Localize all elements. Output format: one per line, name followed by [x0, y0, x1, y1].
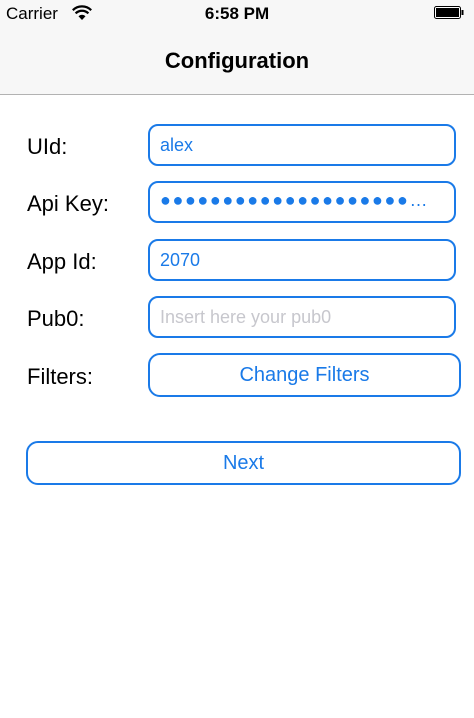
uid-label: UId: — [27, 134, 68, 159]
uid-input[interactable] — [160, 126, 446, 164]
api-key-field[interactable]: ●●●●●●●●●●●●●●●●●●●●… — [148, 181, 456, 223]
page-title: Configuration — [164, 48, 310, 73]
pub0-input[interactable] — [160, 298, 446, 336]
status-bar: Carrier 6:58 PM — [0, 0, 474, 28]
api-key-label: Api Key: — [27, 191, 109, 216]
change-filters-button[interactable]: Change Filters — [148, 353, 461, 397]
pub0-label: Pub0: — [27, 306, 85, 331]
battery-fill — [436, 8, 459, 17]
app-id-label: App Id: — [27, 249, 97, 274]
status-time: 6:58 PM — [204, 4, 270, 23]
api-key-secure-value[interactable]: ●●●●●●●●●●●●●●●●●●●●… — [160, 190, 450, 211]
app-id-input[interactable] — [160, 241, 446, 279]
uid-field[interactable] — [148, 124, 456, 166]
next-button[interactable]: Next — [26, 441, 461, 485]
navigation-bar: Configuration — [0, 28, 474, 95]
app-id-field[interactable] — [148, 239, 456, 281]
battery-icon — [434, 6, 464, 19]
filters-label: Filters: — [27, 364, 93, 389]
pub0-field[interactable] — [148, 296, 456, 338]
